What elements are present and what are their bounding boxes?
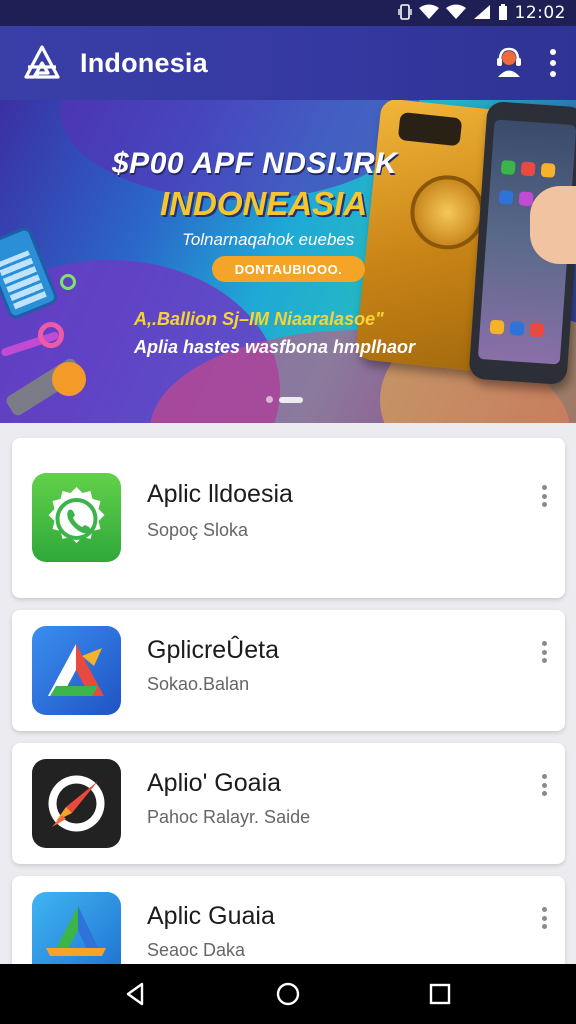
list-item[interactable]: Aplio' Goaia Pahoc Ralayr. Saide xyxy=(12,743,565,864)
system-nav-bar xyxy=(0,964,576,1024)
banner-line-2: Aplia hastes wasfbona hmplhaor xyxy=(134,337,416,357)
banner-subhead: INDONEASIA xyxy=(160,185,368,222)
carousel-indicator xyxy=(266,396,303,403)
wifi-icon xyxy=(445,4,466,23)
carousel-dot[interactable] xyxy=(266,396,273,403)
app-list: Aplic lldoesia Sopoç Sloka GplicreÛeta S… xyxy=(12,438,565,1009)
triangle-logo-icon xyxy=(32,626,121,715)
banner-cta-button[interactable]: DONTAUBIOOO. xyxy=(212,256,365,282)
banner-tagline: Tolnarnaqahok euebes xyxy=(182,230,355,249)
app-name: Aplio' Goaia xyxy=(147,769,282,797)
app-logo-icon[interactable] xyxy=(22,43,62,83)
status-bar: 12:02 xyxy=(0,0,576,26)
item-more-icon[interactable] xyxy=(537,774,551,796)
banner-line-1: A,.Ballion Sj–IM Niaaralasoe" xyxy=(134,309,384,329)
app-title: Indonesia xyxy=(80,47,208,78)
status-time: 12:02 xyxy=(514,3,566,23)
back-icon[interactable] xyxy=(122,980,150,1008)
list-item[interactable]: GplicreÛeta Sokao.Balan xyxy=(12,610,565,731)
rocket-icon xyxy=(32,759,121,848)
carousel-dot-active[interactable] xyxy=(279,396,303,403)
banner-headline: $P00 APF NDSIJRK xyxy=(112,147,398,180)
app-subtitle: Pahoc Ralayr. Saide xyxy=(147,807,311,827)
wifi-icon xyxy=(418,4,439,23)
item-more-icon[interactable] xyxy=(537,485,551,507)
home-icon[interactable] xyxy=(274,980,302,1008)
hand-illustration xyxy=(530,186,576,264)
app-name: Aplic lldoesia xyxy=(147,480,293,508)
list-item[interactable]: Aplic lldoesia Sopoç Sloka xyxy=(12,438,565,598)
promo-banner[interactable]: $P00 APF NDSIJRK INDONEASIA Tolnarnaqaho… xyxy=(0,100,576,423)
app-subtitle: Sopoç Sloka xyxy=(147,520,249,540)
vibrate-icon xyxy=(397,3,412,23)
support-agent-icon[interactable] xyxy=(492,46,526,80)
whatsapp-style-icon xyxy=(32,473,121,562)
app-subtitle: Seaoc Daka xyxy=(147,940,246,960)
battery-icon xyxy=(498,3,508,23)
app-subtitle: Sokao.Balan xyxy=(147,674,250,694)
more-vert-icon[interactable] xyxy=(548,49,558,77)
item-more-icon[interactable] xyxy=(537,641,551,663)
signal-icon xyxy=(473,4,491,23)
recents-icon[interactable] xyxy=(426,980,454,1008)
app-name: GplicreÛeta xyxy=(147,636,279,664)
app-bar: Indonesia xyxy=(0,26,576,100)
screen: 12:02 Indonesia $P00 APF NDSIJRK INDONEA… xyxy=(0,0,576,1024)
app-name: Aplic Guaia xyxy=(147,902,275,930)
item-more-icon[interactable] xyxy=(537,907,551,929)
